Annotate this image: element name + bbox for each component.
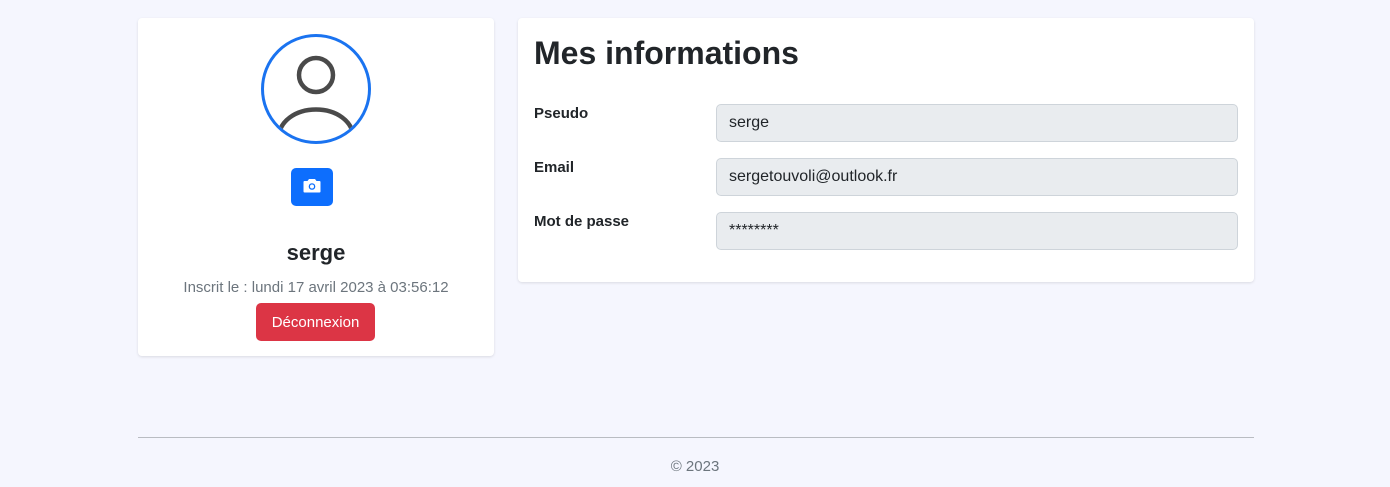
password-field[interactable] xyxy=(716,212,1238,250)
email-label: Email xyxy=(534,159,575,176)
camera-icon xyxy=(303,178,321,196)
profile-username: serge xyxy=(286,240,346,265)
footer-divider xyxy=(138,437,1254,438)
pseudo-label: Pseudo xyxy=(534,105,589,122)
signup-date: Inscrit le : lundi 17 avril 2023 à 03:56… xyxy=(183,279,449,296)
password-label: Mot de passe xyxy=(534,213,630,230)
page-title: Mes informations xyxy=(534,35,799,71)
user-avatar-icon xyxy=(261,34,371,144)
pseudo-field[interactable] xyxy=(716,104,1238,142)
profile-card: serge Inscrit le : lundi 17 avril 2023 à… xyxy=(138,18,494,356)
change-photo-button[interactable] xyxy=(291,168,333,206)
email-field[interactable] xyxy=(716,158,1238,196)
footer-copyright: © 2023 xyxy=(670,458,720,475)
logout-button[interactable]: Déconnexion xyxy=(256,303,375,341)
info-card: Mes informations Pseudo Email Mot de pas… xyxy=(518,18,1254,282)
